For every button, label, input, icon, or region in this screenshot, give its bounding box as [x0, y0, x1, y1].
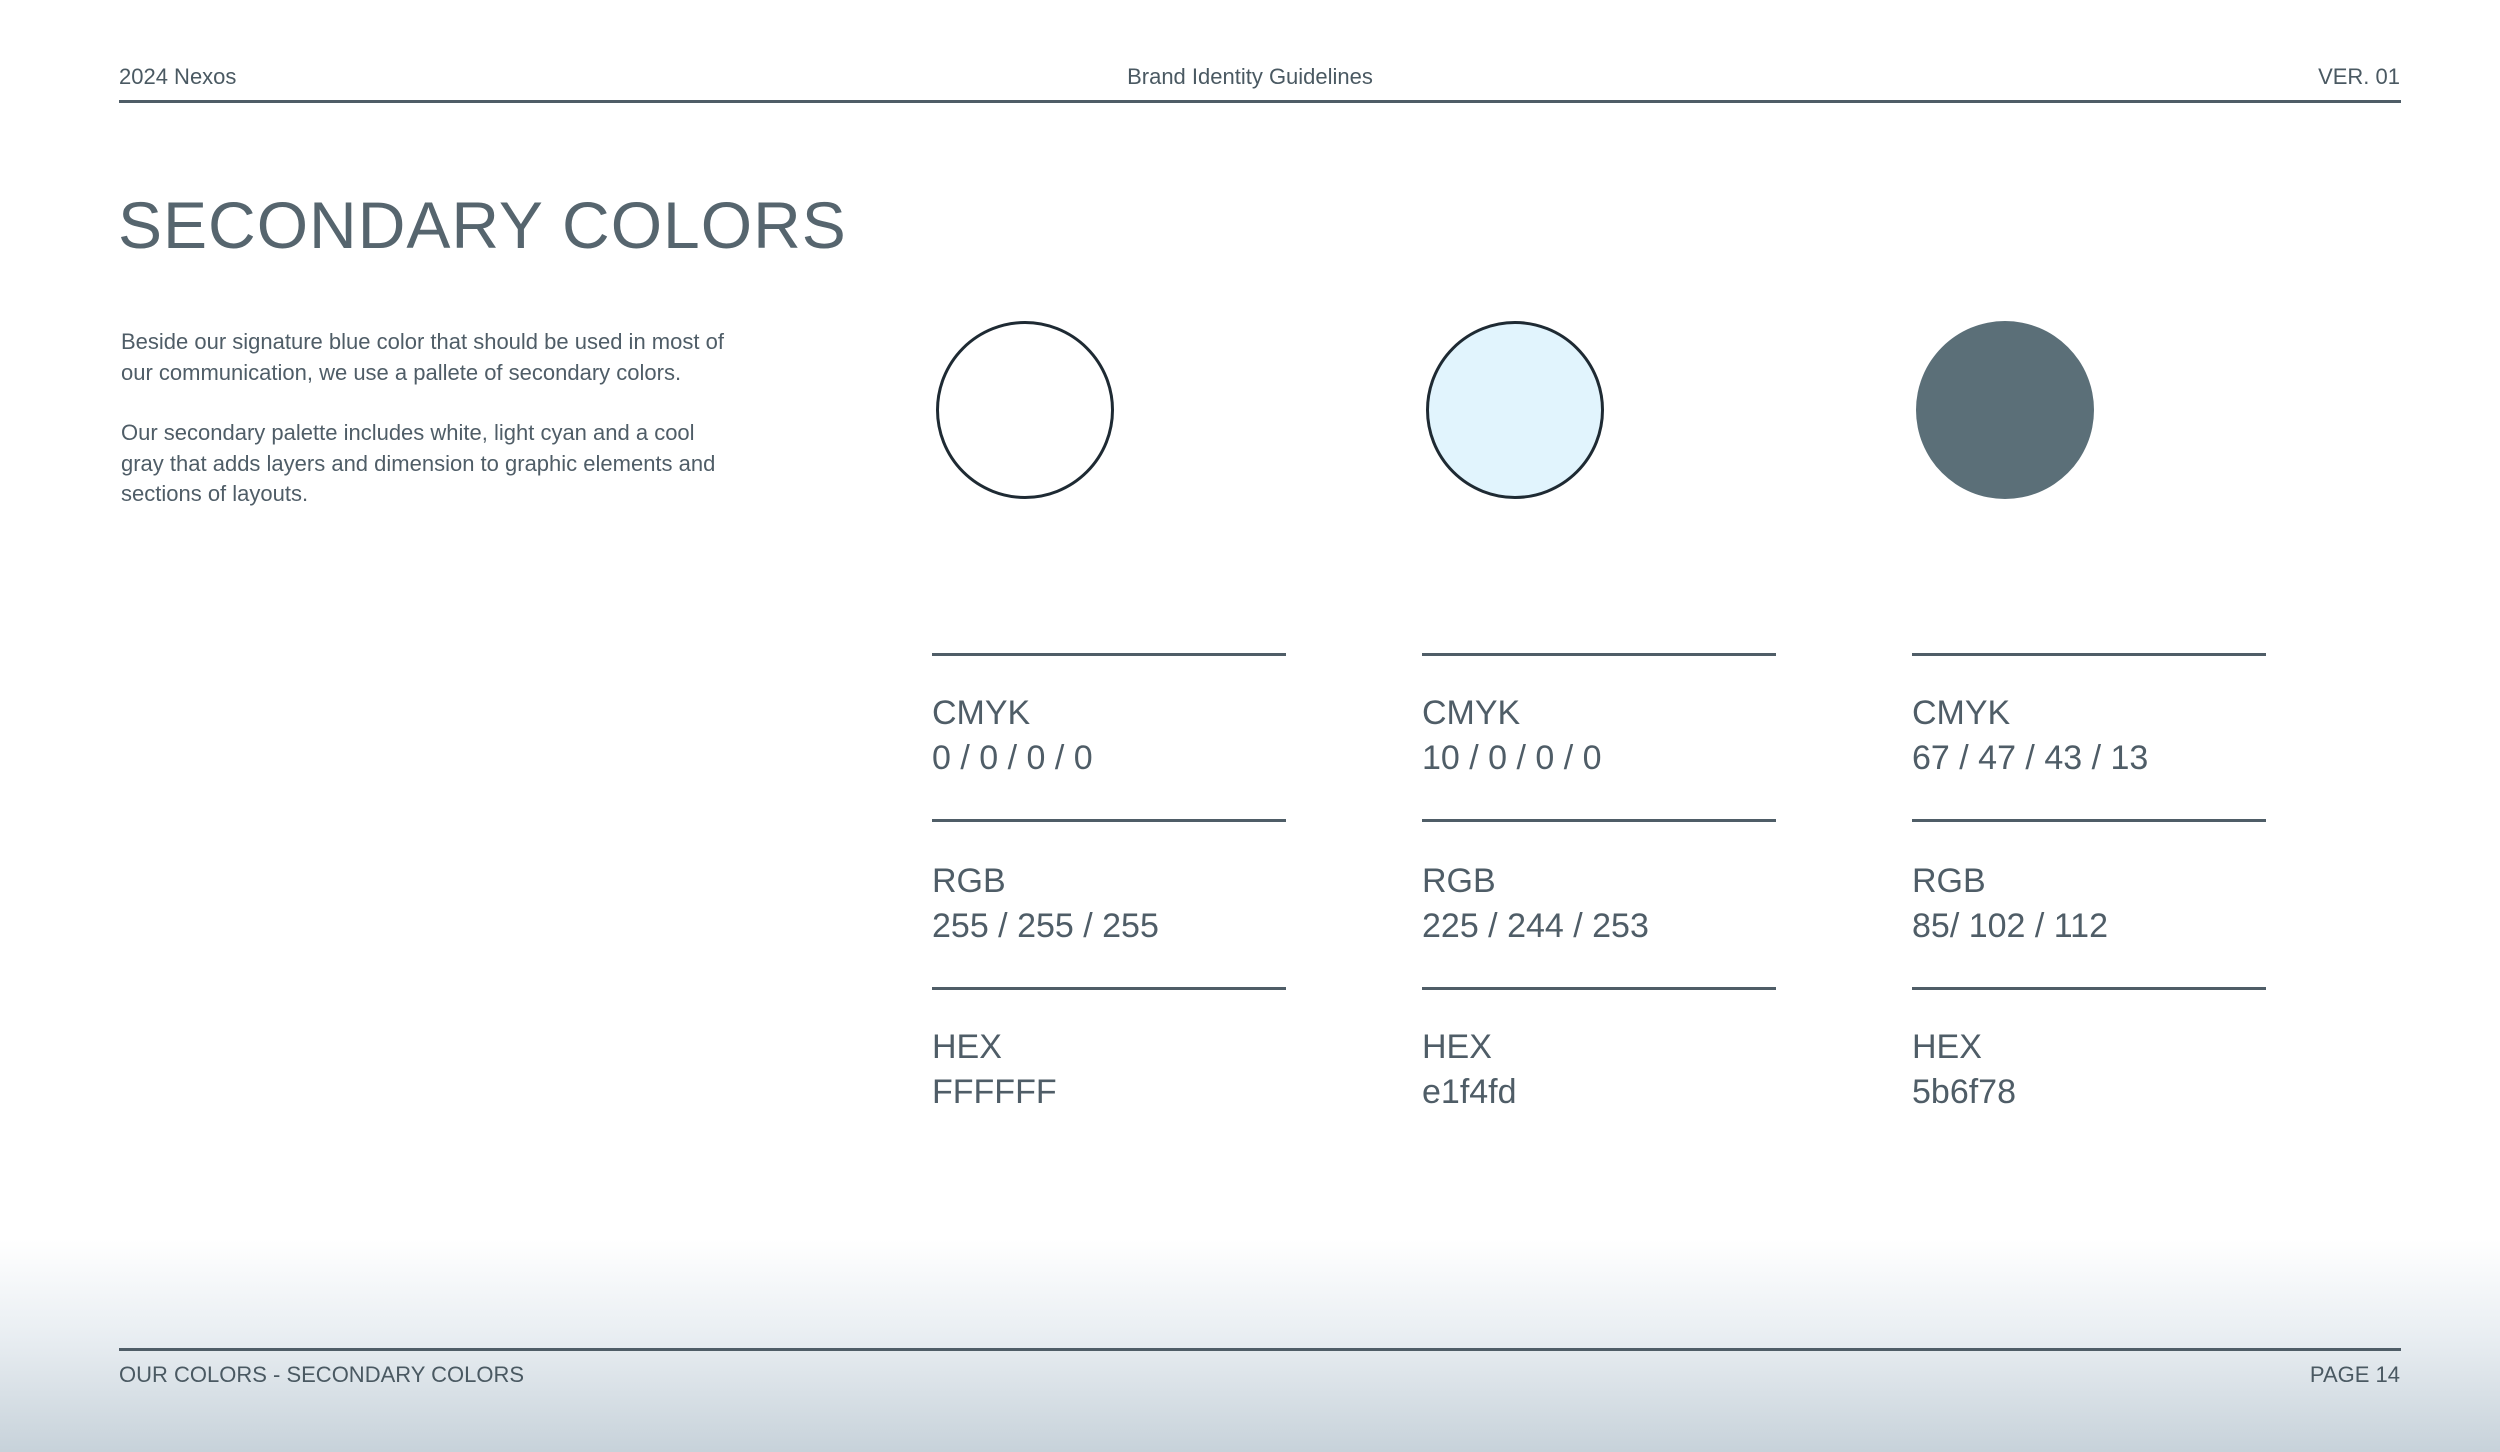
cmyk-label: CMYK — [1422, 694, 1521, 732]
spec-divider — [1422, 987, 1776, 990]
cmyk-value: 10 / 0 / 0 / 0 — [1422, 739, 1602, 777]
header-divider — [119, 100, 2401, 103]
hex-label: HEX — [1912, 1028, 1982, 1066]
swatch-light-cyan — [1426, 321, 1604, 499]
cmyk-value: 67 / 47 / 43 / 13 — [1912, 739, 2149, 777]
footer-divider — [119, 1348, 2401, 1351]
cmyk-label: CMYK — [1912, 694, 2011, 732]
rgb-label: RGB — [1422, 862, 1496, 900]
spec-divider — [1912, 653, 2266, 656]
spec-divider — [932, 653, 1286, 656]
page-title: SECONDARY COLORS — [118, 188, 847, 262]
spec-divider — [1912, 987, 2266, 990]
swatch-cool-gray — [1916, 321, 2094, 499]
hex-value: e1f4fd — [1422, 1073, 1517, 1111]
cmyk-value: 0 / 0 / 0 / 0 — [932, 739, 1093, 777]
hex-label: HEX — [1422, 1028, 1492, 1066]
hex-value: FFFFFF — [932, 1073, 1057, 1111]
rgb-value: 255 / 255 / 255 — [932, 907, 1159, 945]
rgb-label: RGB — [932, 862, 1006, 900]
intro-text: Beside our signature blue color that sho… — [121, 327, 741, 540]
footer-gradient-background — [0, 1240, 2500, 1452]
rgb-value: 225 / 244 / 253 — [1422, 907, 1649, 945]
header-version: VER. 01 — [2318, 64, 2400, 89]
spec-divider — [1422, 653, 1776, 656]
rgb-value: 85/ 102 / 112 — [1912, 907, 2108, 945]
hex-value: 5b6f78 — [1912, 1073, 2016, 1111]
header-document-title: Brand Identity Guidelines — [1127, 64, 1373, 89]
footer-section-title: OUR COLORS - SECONDARY COLORS — [119, 1362, 525, 1387]
spec-divider — [932, 987, 1286, 990]
spec-divider — [1422, 819, 1776, 822]
spec-divider — [1912, 819, 2266, 822]
intro-paragraph-1: Beside our signature blue color that sho… — [121, 329, 724, 385]
spec-divider — [932, 819, 1286, 822]
footer-page-number: PAGE 14 — [2309, 1362, 2400, 1387]
hex-label: HEX — [932, 1028, 1002, 1066]
swatch-white — [936, 321, 1114, 499]
rgb-label: RGB — [1912, 862, 1986, 900]
cmyk-label: CMYK — [932, 694, 1031, 732]
intro-paragraph-2: Our secondary palette includes white, li… — [121, 420, 716, 506]
